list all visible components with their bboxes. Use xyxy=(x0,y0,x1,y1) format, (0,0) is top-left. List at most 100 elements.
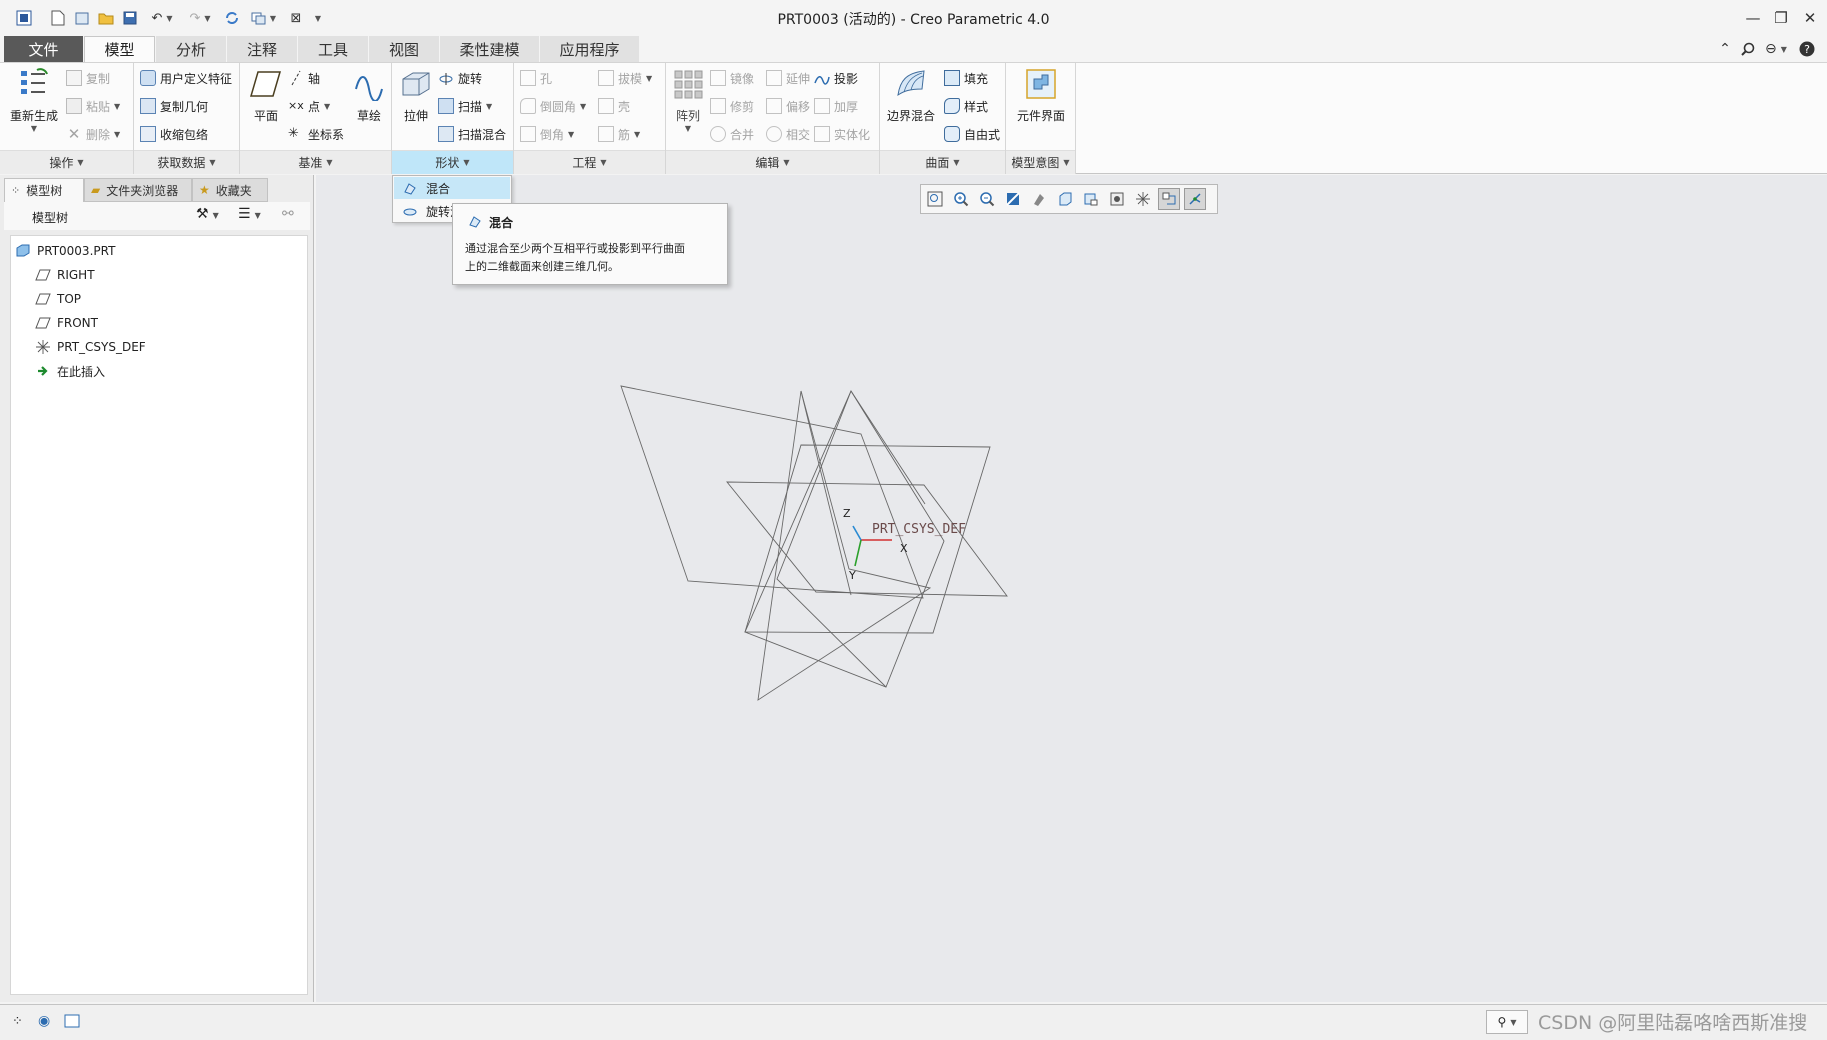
group-editing-label[interactable]: 编辑 ▼ xyxy=(666,150,879,174)
group-get-data-label[interactable]: 获取数据 ▼ xyxy=(134,150,239,174)
mirror-button[interactable]: 镜像 xyxy=(710,67,754,89)
navigator-toggle-icon[interactable]: ⁘ xyxy=(12,1014,23,1029)
minimize-icon[interactable]: — xyxy=(1738,6,1768,30)
group-engineering-label[interactable]: 工程 ▼ xyxy=(514,150,665,174)
extend-button[interactable]: 延伸 xyxy=(766,67,810,89)
csys-button[interactable]: ✳ 坐标系 xyxy=(288,123,344,145)
show-icon[interactable]: ☰ ▼ xyxy=(238,206,261,222)
csys-label[interactable]: PRT_CSYS_DEF xyxy=(872,522,966,537)
style-button[interactable]: 样式 xyxy=(944,95,988,117)
pattern-button[interactable]: 阵列 ▼ xyxy=(670,67,706,133)
tree-item-insert-here[interactable]: 在此插入 xyxy=(35,360,105,382)
sweep-button[interactable]: 扫描 ▼ xyxy=(438,95,492,117)
maximize-icon[interactable]: ❐ xyxy=(1766,6,1796,30)
display-style-icon[interactable] xyxy=(1028,188,1050,210)
zoom-out-icon[interactable] xyxy=(976,188,998,210)
round-icon xyxy=(520,98,536,114)
menu-item-blend[interactable]: 混合 xyxy=(394,177,510,199)
datum-display-icon[interactable] xyxy=(1132,188,1154,210)
tab-applications[interactable]: 应用程序 xyxy=(540,36,640,62)
refit-icon[interactable] xyxy=(924,188,946,210)
rib-button[interactable]: 筋 ▼ xyxy=(598,123,640,145)
fill-button[interactable]: 填充 xyxy=(944,67,988,89)
trim-button[interactable]: 修剪 xyxy=(710,95,754,117)
thicken-button[interactable]: 加厚 xyxy=(814,95,858,117)
tab-model[interactable]: 模型 xyxy=(84,36,155,62)
search-icon[interactable] xyxy=(1737,38,1759,60)
copy-button[interactable]: 复制 xyxy=(66,67,110,89)
tab-analysis[interactable]: 分析 xyxy=(156,36,227,62)
graphics-area[interactable]: PRT_CSYS_DEF X Y Z xyxy=(316,175,1827,1002)
annotation-display-icon[interactable] xyxy=(1158,188,1180,210)
merge-button[interactable]: 合并 xyxy=(710,123,754,145)
help-icon[interactable]: ? xyxy=(1796,38,1818,60)
group-shapes-label[interactable]: 形状 ▼ xyxy=(392,150,513,174)
round-button[interactable]: 倒圆角 ▼ xyxy=(520,95,586,117)
revolve-button[interactable]: 旋转 xyxy=(438,67,482,89)
view-manager-icon[interactable] xyxy=(1080,188,1102,210)
blend-icon xyxy=(402,180,418,199)
find-icon[interactable]: ⚲ ▼ xyxy=(1486,1010,1528,1034)
component-interface-button[interactable]: 元件界面 xyxy=(1011,67,1071,124)
draft-button[interactable]: 拔模 ▼ xyxy=(598,67,652,89)
filter-icon[interactable]: ⚯ xyxy=(282,206,294,222)
shrinkwrap-button[interactable]: 收缩包络 xyxy=(140,123,208,145)
csys-icon: ✳ xyxy=(288,126,299,141)
repaint-icon[interactable] xyxy=(1002,188,1024,210)
zoom-in-icon[interactable] xyxy=(950,188,972,210)
chamfer-button[interactable]: 倒角 ▼ xyxy=(520,123,574,145)
copy-icon xyxy=(66,70,82,86)
delete-button[interactable]: ✕ 删除 ▼ xyxy=(66,123,120,145)
solidify-button[interactable]: 实体化 xyxy=(814,123,870,145)
tree-item-csys[interactable]: PRT_CSYS_DEF xyxy=(35,336,146,358)
navigator-panel: ⁘ 模型树 ▰ 文件夹浏览器 ★ 收藏夹 模型树 ⚒ ▼ ☰ ▼ ⚯ PRT0003.PR… xyxy=(0,175,314,1002)
group-datum-label[interactable]: 基准 ▼ xyxy=(240,150,391,174)
group-operations-label[interactable]: 操作 ▼ xyxy=(0,150,133,174)
community-icon[interactable]: ⊖ ▼ xyxy=(1760,38,1792,60)
paste-button[interactable]: 粘贴 ▼ xyxy=(66,95,120,117)
point-button[interactable]: ×x 点 ▼ xyxy=(288,95,330,117)
regenerate-button[interactable]: 重新生成 ▼ xyxy=(8,67,60,133)
group-surfaces-label[interactable]: 曲面 ▼ xyxy=(880,150,1005,174)
fullscreen-icon[interactable] xyxy=(64,1013,80,1032)
tree-item-right[interactable]: RIGHT xyxy=(35,264,95,286)
copy-geometry-button[interactable]: 复制几何 xyxy=(140,95,208,117)
perspective-icon[interactable] xyxy=(1106,188,1128,210)
udf-button[interactable]: 用户定义特征 xyxy=(140,67,232,89)
browser-toggle-icon[interactable]: ◉ xyxy=(38,1013,50,1029)
tree-item-top[interactable]: TOP xyxy=(35,288,81,310)
tab-flexible-modeling[interactable]: 柔性建模 xyxy=(440,36,540,62)
axis-button[interactable]: 轴 xyxy=(288,67,320,89)
settings-icon[interactable]: ⚒ ▼ xyxy=(196,206,219,222)
tab-favorites[interactable]: ★ 收藏夹 xyxy=(192,178,268,202)
collapse-ribbon-icon[interactable]: ⌃ xyxy=(1714,38,1736,60)
tab-view[interactable]: 视图 xyxy=(369,36,440,62)
freestyle-button[interactable]: 自由式 xyxy=(944,123,1000,145)
intersect-button[interactable]: 相交 xyxy=(766,123,810,145)
hole-button[interactable]: 孔 xyxy=(520,67,552,89)
swept-blend-button[interactable]: 扫描混合 xyxy=(438,123,506,145)
tab-annotate[interactable]: 注释 xyxy=(227,36,298,62)
spin-center-icon[interactable] xyxy=(1184,188,1206,210)
group-model-intent: 元件界面 模型意图 ▼ xyxy=(1006,63,1076,174)
extrude-button[interactable]: 拉伸 xyxy=(396,67,436,124)
offset-button[interactable]: 偏移 xyxy=(766,95,810,117)
close-icon[interactable]: ✕ xyxy=(1795,6,1825,30)
tree-item-front[interactable]: FRONT xyxy=(35,312,98,334)
saved-orientations-icon[interactable] xyxy=(1054,188,1076,210)
ribbon: 重新生成 ▼ 复制 粘贴 ▼ ✕ 删除 ▼ 操作 ▼ 用户定义特征 复制几何 收缩包络 … xyxy=(0,62,1827,174)
shell-button[interactable]: 壳 xyxy=(598,95,630,117)
boundary-blend-button[interactable]: 边界混合 xyxy=(884,67,938,124)
project-button[interactable]: 投影 xyxy=(814,67,858,89)
plane-button[interactable]: 平面 xyxy=(246,67,286,124)
group-operations: 重新生成 ▼ 复制 粘贴 ▼ ✕ 删除 ▼ 操作 ▼ xyxy=(0,63,134,174)
group-editing: 阵列 ▼ 镜像 延伸 投影 修剪 偏移 加厚 合并 相交 实体化 编辑 ▼ xyxy=(666,63,880,174)
sketch-button[interactable]: 草绘 xyxy=(350,67,388,124)
tab-file[interactable]: 文件 xyxy=(4,36,84,62)
tree-item-part[interactable]: PRT0003.PRT xyxy=(15,240,115,262)
component-interface-icon xyxy=(1026,69,1056,99)
tab-model-tree[interactable]: ⁘ 模型树 xyxy=(4,178,84,202)
tab-tools[interactable]: 工具 xyxy=(298,36,369,62)
tab-folder-browser[interactable]: ▰ 文件夹浏览器 xyxy=(84,178,192,202)
group-model-intent-label[interactable]: 模型意图 ▼ xyxy=(1006,150,1075,174)
